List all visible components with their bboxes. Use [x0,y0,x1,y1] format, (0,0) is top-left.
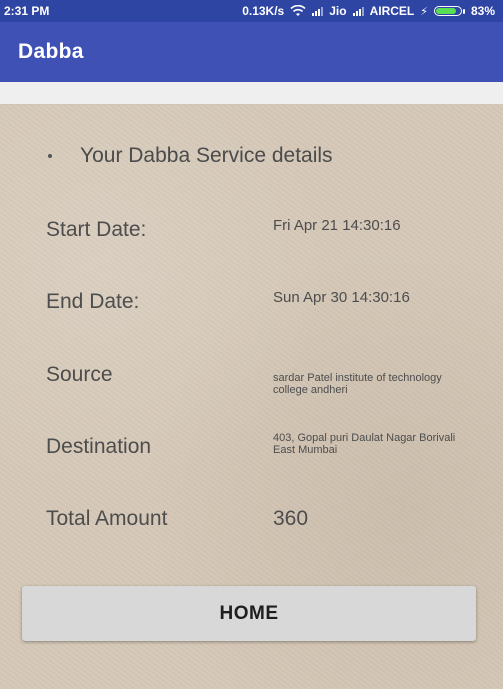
destination-value: 403, Gopal puri Daulat Nagar Borivali Ea… [273,432,456,456]
carrier-1: Jio [329,4,347,18]
battery-icon [433,6,465,16]
status-time: 2:31 PM [4,4,50,18]
signal-icon [312,6,324,16]
status-bar: 2:31 PM 0.13K/s Jio AIRCEL ⚡ 83% [0,0,503,22]
charging-icon: ⚡ [420,5,428,18]
wifi-icon [290,5,306,16]
source-label: Source [46,363,113,386]
details-heading: Your Dabba Service details [80,144,333,167]
signal-icon [352,6,364,16]
source-value: sardar Patel institute of technology col… [273,372,442,396]
start-date-value: Fri Apr 21 14:30:16 [273,217,401,234]
status-indicators: 0.13K/s Jio AIRCEL ⚡ 83% [242,4,495,18]
destination-label: Destination [46,435,152,458]
start-date-label: Start Date: [46,218,147,241]
details-content: Your Dabba Service details Start Date: F… [0,82,503,689]
carrier-2: AIRCEL [369,4,415,18]
home-button[interactable]: HOME [22,586,476,641]
bullet-icon [48,154,52,158]
details-heading-row: Your Dabba Service details [48,144,333,168]
app-title: Dabba [18,40,84,63]
app-bar: Dabba [0,22,503,82]
total-amount-label: Total Amount [46,507,168,530]
total-amount-value: 360 [273,507,309,530]
battery-percent: 83% [470,4,495,18]
end-date-value: Sun Apr 30 14:30:16 [273,289,410,306]
network-speed: 0.13K/s [242,4,285,18]
top-divider-strip [0,82,503,105]
end-date-label: End Date: [46,290,140,313]
